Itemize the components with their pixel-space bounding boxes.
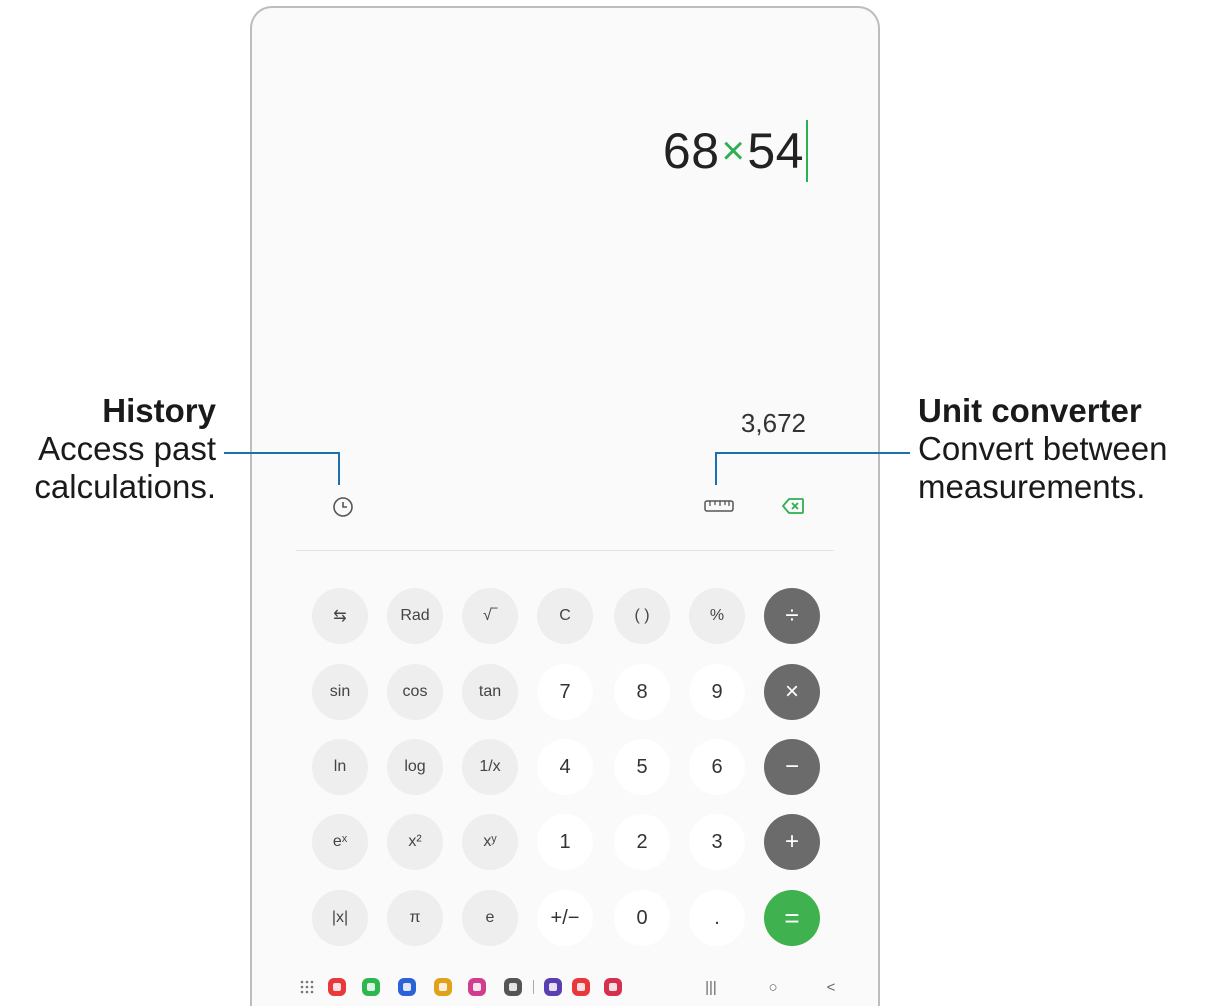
store-icon[interactable] [602, 976, 624, 998]
camera-icon[interactable] [502, 976, 524, 998]
plus-key[interactable]: + [764, 814, 820, 870]
keypad-divider [296, 550, 834, 551]
history-callout-line [224, 452, 339, 454]
equals-key[interactable]: = [764, 890, 820, 946]
messages-icon[interactable] [396, 976, 418, 998]
unit-converter-annotation-line1: Convert between [918, 430, 1168, 467]
minus-key[interactable]: − [764, 739, 820, 795]
history-button[interactable] [328, 492, 358, 522]
result-preview: 3,672 [740, 408, 806, 438]
history-annotation-line1: Access past [38, 430, 216, 467]
expression-operand-right: 54 [747, 123, 804, 179]
digit-5-key[interactable]: 5 [614, 739, 670, 795]
sqrt-key[interactable]: √‾ [462, 588, 518, 644]
clear-key[interactable]: C [537, 588, 593, 644]
history-callout-drop [338, 452, 340, 485]
digit-8-key[interactable]: 8 [614, 664, 670, 720]
abs-key[interactable]: |x| [312, 890, 368, 946]
unit-converter-button[interactable] [702, 492, 736, 520]
history-annotation-title: History [102, 392, 216, 429]
log-key[interactable]: log [387, 739, 443, 795]
history-annotation: History Access past calculations. [0, 392, 216, 506]
home-button[interactable]: ○ [760, 976, 786, 998]
history-annotation-line2: calculations. [34, 468, 216, 505]
dock-separator [533, 980, 534, 994]
unit-converter-annotation: Unit converter Convert between measureme… [918, 392, 1218, 506]
digit-2-key[interactable]: 2 [614, 814, 670, 870]
phone-icon[interactable] [360, 976, 382, 998]
expression-display[interactable]: 68 × 54 [663, 120, 808, 182]
text-cursor [806, 120, 808, 182]
expression-operand-left: 68 [662, 123, 720, 179]
sign-key[interactable]: +/− [537, 890, 593, 946]
unit-converter-callout-drop [715, 452, 717, 485]
unit-converter-annotation-line2: measurements. [918, 468, 1146, 505]
apps-grid-icon[interactable] [296, 976, 318, 998]
backspace-button[interactable] [778, 492, 808, 520]
backspace-icon [782, 498, 804, 514]
multi-app-icon[interactable] [570, 976, 592, 998]
cos-key[interactable]: cos [387, 664, 443, 720]
clock-app-icon[interactable] [542, 976, 564, 998]
pi-key[interactable]: π [387, 890, 443, 946]
multiply-key[interactable]: × [764, 664, 820, 720]
chrome-icon[interactable] [432, 976, 454, 998]
digit-0-key[interactable]: 0 [614, 890, 670, 946]
square-key[interactable]: x² [387, 814, 443, 870]
tan-key[interactable]: tan [462, 664, 518, 720]
divide-key[interactable]: ÷ [764, 588, 820, 644]
expression-operator: × [721, 128, 746, 173]
exp-key[interactable]: eˣ [312, 814, 368, 870]
recents-button[interactable]: ||| [698, 976, 724, 998]
digit-4-key[interactable]: 4 [537, 739, 593, 795]
percent-key[interactable]: % [689, 588, 745, 644]
ruler-icon [704, 500, 734, 512]
ln-key[interactable]: ln [312, 739, 368, 795]
parentheses-key[interactable]: ( ) [614, 588, 670, 644]
clock-icon [333, 497, 353, 517]
digit-6-key[interactable]: 6 [689, 739, 745, 795]
switch-key[interactable]: ⇆ [312, 588, 368, 644]
sin-key[interactable]: sin [312, 664, 368, 720]
rad-key[interactable]: Rad [387, 588, 443, 644]
gallery-icon[interactable] [466, 976, 488, 998]
decimal-key[interactable]: . [689, 890, 745, 946]
calculator-app: 68 × 54 3,672 ⇆ Rad √‾ C ( )% ÷ sin cos tan 7 8 9 × l… [250, 6, 880, 1006]
navigation-bar: ||| ○ < [252, 968, 878, 1006]
red-app-icon[interactable] [326, 976, 348, 998]
unit-converter-callout-line [715, 452, 910, 454]
digit-3-key[interactable]: 3 [689, 814, 745, 870]
digit-7-key[interactable]: 7 [537, 664, 593, 720]
reciprocal-key[interactable]: 1/x [462, 739, 518, 795]
power-key[interactable]: xʸ [462, 814, 518, 870]
digit-9-key[interactable]: 9 [689, 664, 745, 720]
back-button[interactable]: < [818, 976, 844, 998]
unit-converter-annotation-title: Unit converter [918, 392, 1142, 429]
e-key[interactable]: e [462, 890, 518, 946]
digit-1-key[interactable]: 1 [537, 814, 593, 870]
